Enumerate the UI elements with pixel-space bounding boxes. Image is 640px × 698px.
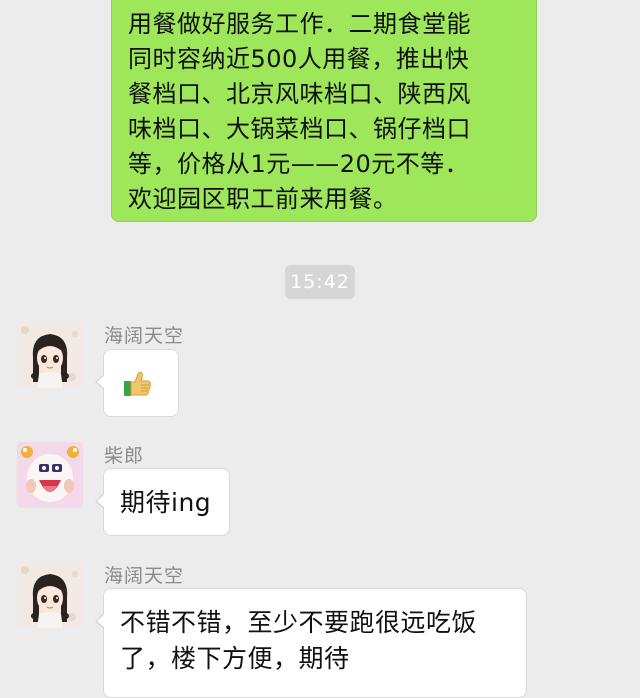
outgoing-message-text: 用餐做好服务工作．二期食堂能 同时容纳近500人用餐，推出快 餐档口、北京风味档… xyxy=(128,7,528,217)
cartoon-face-avatar-icon xyxy=(17,442,83,508)
sender-name: 海阔天空 xyxy=(104,565,185,587)
sender-name: 海阔天空 xyxy=(104,325,185,347)
avatar[interactable] xyxy=(17,322,83,388)
message-line: 味档口、大锅菜档口、锅仔档口 xyxy=(128,115,471,143)
message-line: 等，价格从1元——20元不等． xyxy=(128,150,470,178)
message-line: 欢迎园区职工前来用餐。 xyxy=(128,185,398,213)
girl-avatar-icon xyxy=(17,562,83,628)
message-line: 同时容纳近500人用餐，推出快 xyxy=(128,45,470,73)
message-line: 了，楼下方便，期待 xyxy=(120,644,350,673)
incoming-message-bubble[interactable]: 不错不错，至少不要跑很远吃饭 了，楼下方便，期待 xyxy=(95,588,527,698)
girl-avatar-icon xyxy=(17,322,83,388)
message-line: 不错不错，至少不要跑很远吃饭 xyxy=(120,608,478,637)
avatar[interactable] xyxy=(17,562,83,628)
message-text: 期待ing xyxy=(120,488,212,517)
outgoing-message-bubble[interactable]: 用餐做好服务工作．二期食堂能 同时容纳近500人用餐，推出快 餐档口、北京风味档… xyxy=(111,0,537,222)
message-text: 不错不错，至少不要跑很远吃饭 了，楼下方便，期待 xyxy=(120,605,477,677)
sender-name: 柴郎 xyxy=(104,445,145,467)
incoming-message-bubble[interactable] xyxy=(95,349,179,417)
message-line: 餐档口、北京风味档口、陕西风 xyxy=(128,80,471,108)
avatar[interactable] xyxy=(17,442,83,508)
incoming-message-bubble[interactable]: 期待ing xyxy=(95,468,230,536)
chat-view: 用餐做好服务工作．二期食堂能 同时容纳近500人用餐，推出快 餐档口、北京风味档… xyxy=(0,0,640,698)
timestamp-chip: 15:42 xyxy=(285,265,355,299)
message-line: 用餐做好服务工作．二期食堂能 xyxy=(128,10,471,38)
thumbs-up-emoji-icon xyxy=(124,371,151,396)
